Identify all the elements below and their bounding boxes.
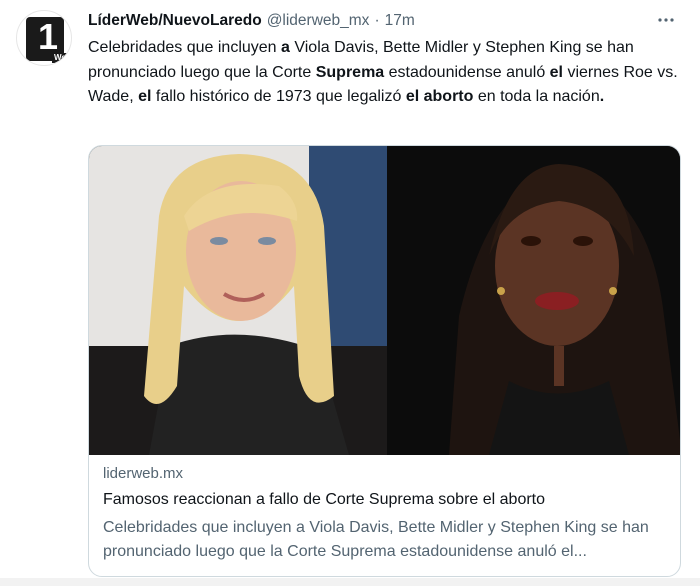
tweet-text: Celebridades que incluyen a Viola Davis,…	[88, 36, 678, 110]
tweet-text-segment: estadounidense anuló	[384, 63, 550, 81]
tweet-text-segment: fallo histórico de 1973 que legalizó	[151, 88, 406, 105]
tweet-text-segment: Celebridades que incluyen	[88, 39, 282, 56]
tweet-text-bold: el	[138, 88, 152, 105]
card-description: Celebridades que incluyen a Viola Davis,…	[103, 519, 649, 560]
tweet-text-bold: Suprema	[315, 63, 385, 81]
separator-dot: ·	[374, 12, 380, 29]
author-handle[interactable]: @liderweb_mx	[267, 12, 370, 30]
tweet[interactable]: 1 Web LíderWeb/NuevoLaredo @liderweb_mx …	[0, 0, 700, 586]
card-title: Famosos reaccionan a fallo de Corte Supr…	[103, 491, 546, 508]
tweet-text-bold: .	[599, 88, 605, 105]
tweet-text-bold: a	[281, 39, 290, 56]
avatar-logo-number: 1	[38, 16, 59, 57]
tweet-text-bold: el	[549, 63, 563, 81]
tweet-timestamp[interactable]: 17m	[385, 12, 415, 30]
card-domain: liderweb.mx	[103, 465, 184, 482]
tweet-header: LíderWeb/NuevoLaredo @liderweb_mx · 17m	[88, 10, 415, 32]
card-image[interactable]	[89, 146, 680, 455]
avatar-logo-web: Web	[52, 53, 71, 63]
avatar[interactable]: 1 Web	[16, 10, 72, 66]
tweet-text-segment: en toda la nación	[473, 88, 600, 105]
more-horizontal-icon[interactable]	[656, 10, 676, 30]
author-name[interactable]: LíderWeb/NuevoLaredo	[88, 12, 262, 30]
link-card[interactable]: liderweb.mx Famosos reaccionan a fallo d…	[88, 145, 681, 577]
avatar-logo: 1 Web	[26, 16, 71, 63]
tweet-text-bold: el aborto	[405, 88, 474, 105]
bottom-divider	[0, 578, 700, 586]
